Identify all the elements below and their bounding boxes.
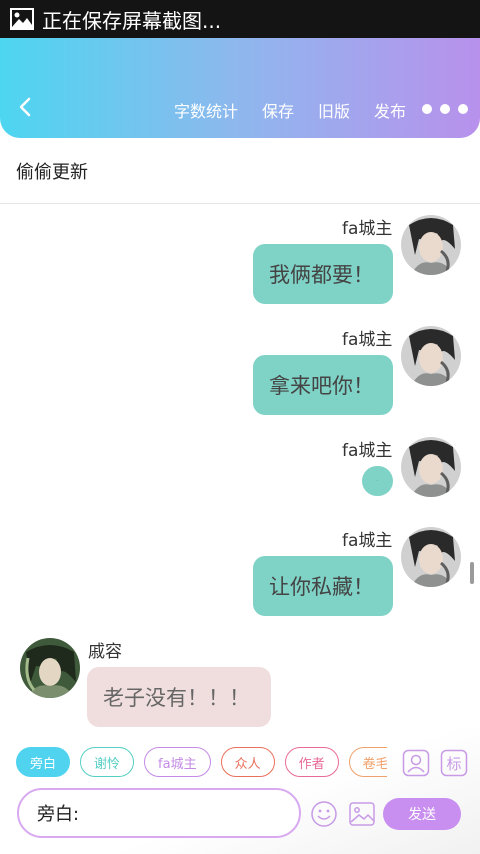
role-chip[interactable]: 卷毛 xyxy=(348,747,387,777)
document-title-row[interactable]: 偷偷更新 xyxy=(0,138,480,204)
message-text: 让你私藏！ xyxy=(269,575,374,599)
role-chip-label: 谢怜 xyxy=(94,756,121,772)
sender-name: fa城主 xyxy=(342,441,393,461)
avatar-portrait-icon xyxy=(401,527,461,587)
message-input[interactable]: 旁白: xyxy=(17,788,301,838)
role-chip-label: 作者 xyxy=(298,756,325,772)
sender-name: 戚容 xyxy=(88,642,122,662)
composer-panel: 旁白 谢怜 fa城主 众人 作者 卷毛 标 旁白: 发送 xyxy=(0,727,480,854)
sender-name: fa城主 xyxy=(342,531,393,551)
role-chip-label: 旁白 xyxy=(30,756,57,772)
emoji-icon[interactable] xyxy=(310,800,338,828)
role-chip-label: 卷毛 xyxy=(362,756,387,772)
message-bubble[interactable]: · xyxy=(362,466,393,496)
old-version-button[interactable]: 旧版 xyxy=(318,98,350,122)
send-button-label: 发送 xyxy=(408,807,436,823)
avatar-portrait-icon xyxy=(20,638,80,698)
top-toolbar: 字数统计 保存 旧版 发布 xyxy=(0,38,480,138)
more-menu-icon[interactable] xyxy=(422,104,468,114)
role-chip[interactable]: fa城主 xyxy=(144,747,211,777)
message-bubble[interactable]: 拿来吧你！ xyxy=(253,355,393,415)
avatar-portrait-icon xyxy=(401,215,461,275)
avatar[interactable] xyxy=(20,638,80,698)
avatar[interactable] xyxy=(401,527,461,587)
avatar-portrait-icon xyxy=(401,437,461,497)
avatar[interactable] xyxy=(401,326,461,386)
message-bubble[interactable]: 我俩都要！ xyxy=(253,244,393,304)
message-text: 拿来吧你！ xyxy=(269,374,374,398)
document-title: 偷偷更新 xyxy=(16,161,88,183)
back-arrow-icon[interactable] xyxy=(14,96,36,118)
toolbar-menu: 字数统计 保存 旧版 发布 xyxy=(174,98,406,122)
role-chip[interactable]: 众人 xyxy=(220,747,275,777)
publish-button[interactable]: 发布 xyxy=(374,98,406,122)
role-chip-list: 旁白 谢怜 fa城主 众人 作者 卷毛 xyxy=(16,747,387,779)
role-chip[interactable]: 旁白 xyxy=(16,747,71,777)
message-text: 老子没有！！！ xyxy=(103,686,250,710)
status-text: 正在保存屏幕截图... xyxy=(42,8,222,33)
image-icon xyxy=(10,8,34,30)
avatar[interactable] xyxy=(401,215,461,275)
role-chip-label: 众人 xyxy=(234,756,261,772)
sender-name: fa城主 xyxy=(342,330,393,350)
image-picker-icon[interactable] xyxy=(348,800,376,828)
save-button[interactable]: 保存 xyxy=(262,98,294,122)
avatar-portrait-icon xyxy=(401,326,461,386)
word-count-button[interactable]: 字数统计 xyxy=(174,98,238,122)
chat-area[interactable]: fa城主 我俩都要！ fa城主 拿来吧你！ fa城主 · fa城主 让你私藏！ … xyxy=(0,205,480,727)
role-chip-label: fa城主 xyxy=(158,756,197,772)
message-text: 我俩都要！ xyxy=(269,263,374,287)
message-input-value: 旁白: xyxy=(37,804,80,825)
status-bar: 正在保存屏幕截图... xyxy=(0,0,480,38)
avatar[interactable] xyxy=(401,437,461,497)
send-button[interactable]: 发送 xyxy=(383,798,461,830)
message-bubble[interactable]: 老子没有！！！ xyxy=(87,667,271,727)
role-chip[interactable]: 作者 xyxy=(284,747,339,777)
scrollbar[interactable] xyxy=(470,562,474,584)
character-icon[interactable] xyxy=(402,749,430,777)
svg-text:标: 标 xyxy=(446,755,461,773)
role-chip[interactable]: 谢怜 xyxy=(80,747,135,777)
message-text: · xyxy=(375,475,380,487)
sender-name: fa城主 xyxy=(342,219,393,239)
tag-icon[interactable]: 标 xyxy=(440,749,468,777)
message-bubble[interactable]: 让你私藏！ xyxy=(253,556,393,616)
